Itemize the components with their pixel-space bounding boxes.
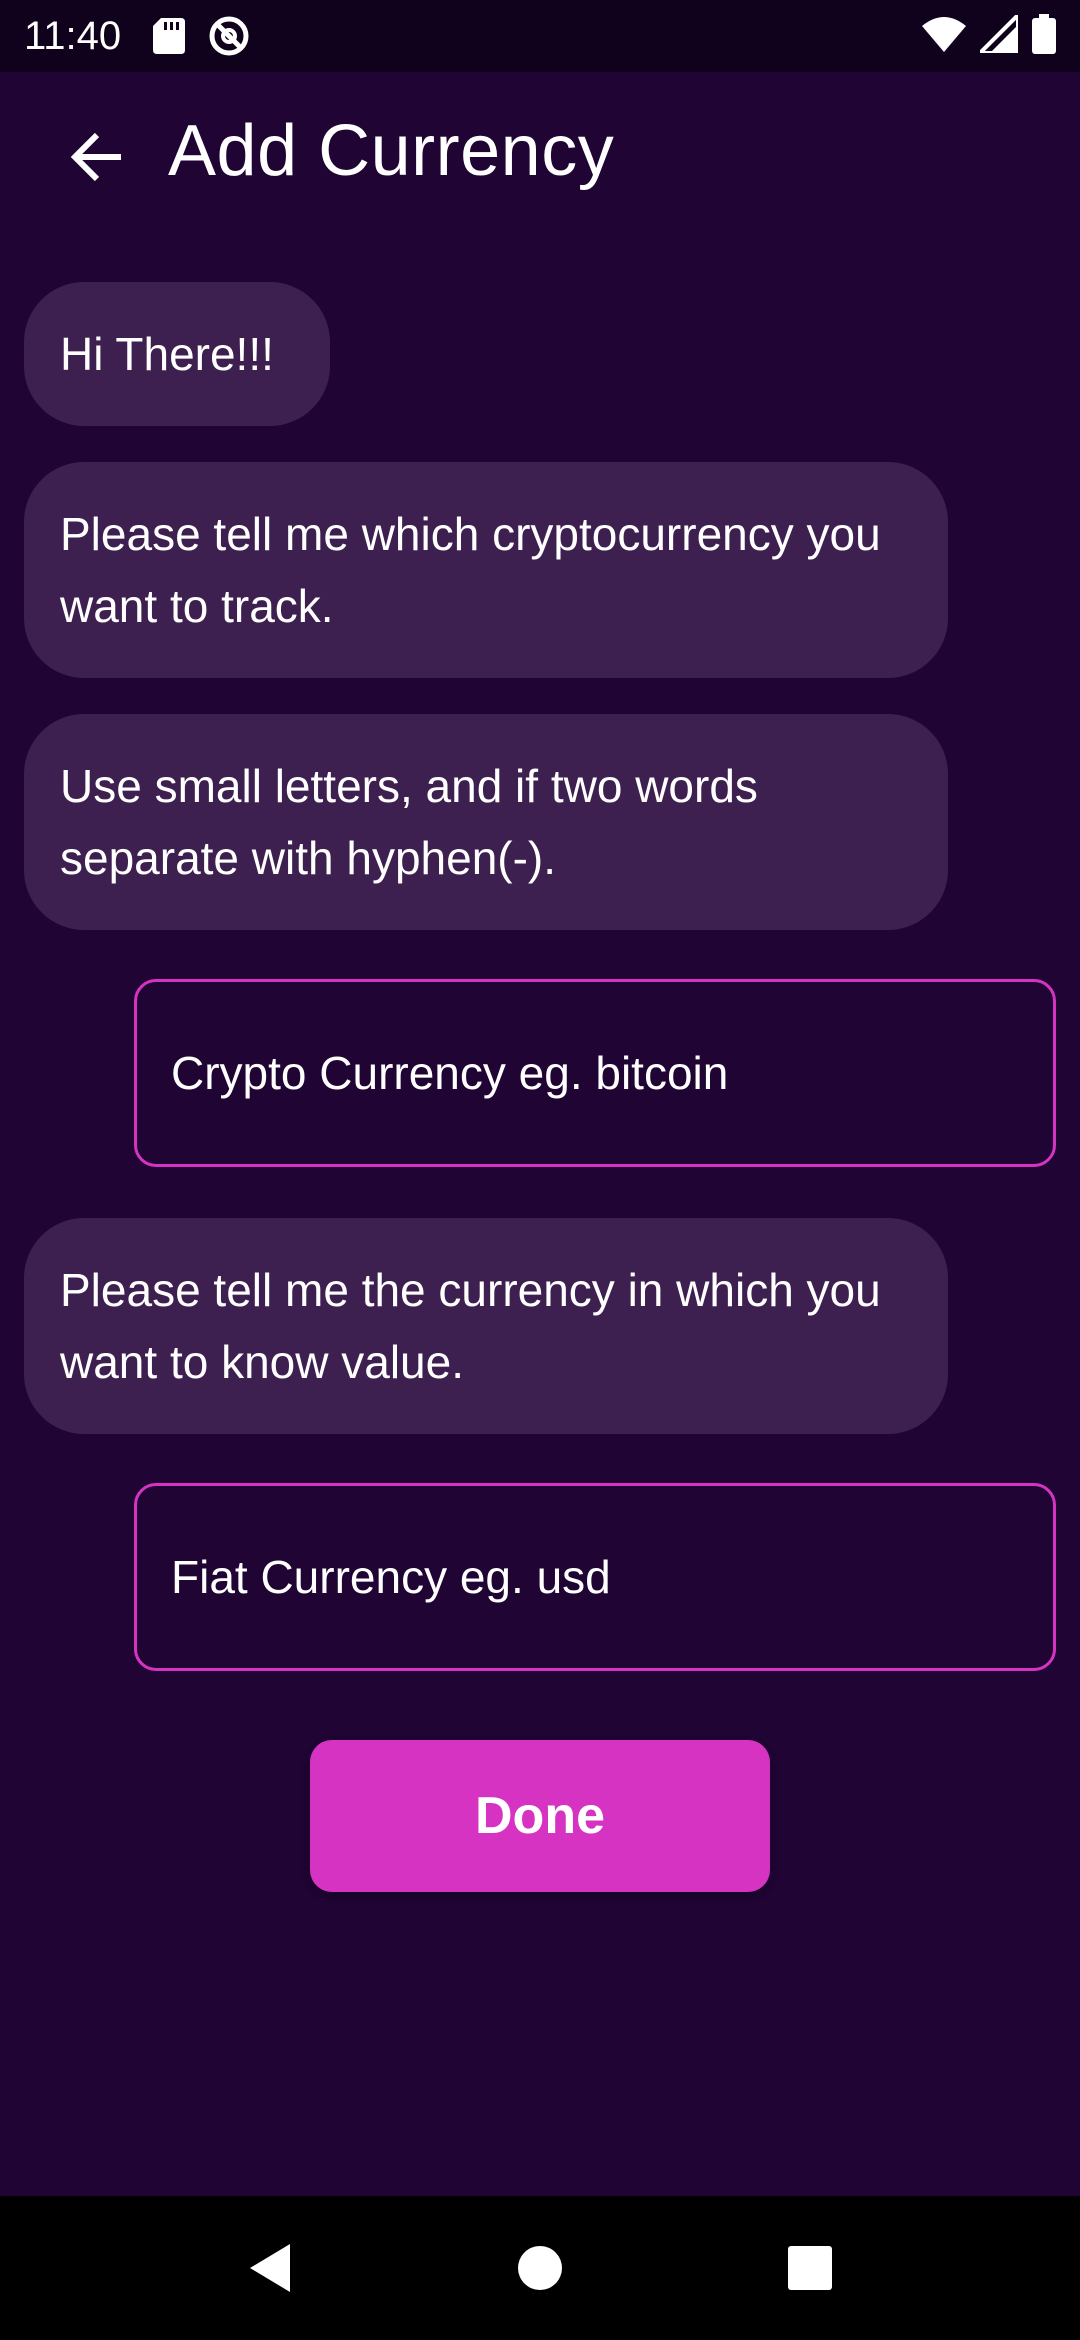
- cell-signal-icon: [975, 9, 1020, 58]
- status-bar: 11:40: [0, 0, 1080, 72]
- message-text: Hi There!!!: [60, 328, 274, 380]
- nav-recents-button[interactable]: [774, 2232, 846, 2304]
- status-right-icons: [922, 9, 1056, 59]
- nav-recents-icon: [788, 2246, 832, 2290]
- wifi-icon: [922, 16, 966, 57]
- fiat-currency-placeholder: Fiat Currency eg. usd: [171, 1551, 611, 1603]
- message-bubble-crypto-prompt: Please tell me which cryptocurrency you …: [24, 462, 948, 678]
- message-bubble-format-hint: Use small letters, and if two words sepa…: [24, 714, 948, 930]
- nav-back-icon: [250, 2244, 290, 2292]
- sd-card-icon: [153, 18, 186, 54]
- done-button[interactable]: Done: [310, 1740, 770, 1892]
- nav-home-icon: [518, 2246, 562, 2290]
- nav-back-button[interactable]: [234, 2232, 306, 2304]
- arrow-left-icon: [71, 132, 121, 182]
- message-text: Use small letters, and if two words sepa…: [60, 760, 758, 884]
- battery-icon: [1032, 13, 1056, 59]
- system-nav-bar: [0, 2196, 1080, 2340]
- message-text: Please tell me which cryptocurrency you …: [60, 508, 881, 632]
- fiat-currency-input[interactable]: Fiat Currency eg. usd: [134, 1483, 1056, 1671]
- message-text: Please tell me the currency in which you…: [60, 1264, 881, 1388]
- page-title: Add Currency: [168, 111, 615, 191]
- status-time: 11:40: [24, 13, 122, 58]
- crypto-currency-input[interactable]: Crypto Currency eg. bitcoin: [134, 979, 1056, 1167]
- app-bar: Add Currency: [0, 72, 1080, 240]
- nav-home-button[interactable]: [504, 2232, 576, 2304]
- no-disturb-icon: [207, 14, 251, 58]
- message-bubble-greeting: Hi There!!!: [24, 282, 330, 426]
- crypto-currency-placeholder: Crypto Currency eg. bitcoin: [171, 1047, 729, 1099]
- back-button[interactable]: [62, 122, 132, 192]
- message-bubble-fiat-prompt: Please tell me the currency in which you…: [24, 1218, 948, 1434]
